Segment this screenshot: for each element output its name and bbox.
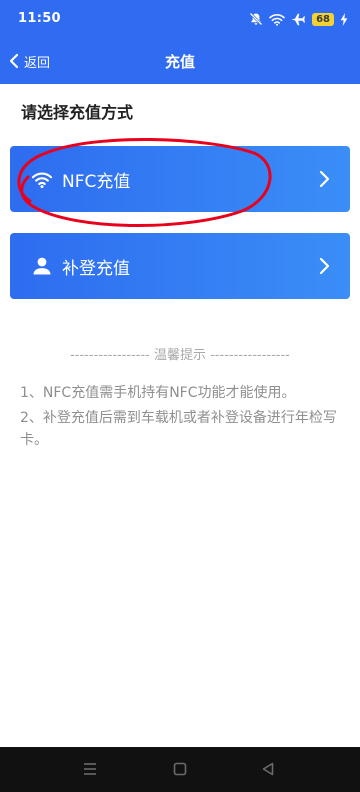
nav-bar: 返回 充值 (0, 38, 360, 84)
wifi-icon (31, 172, 53, 189)
system-nav-bar (0, 747, 360, 792)
home-icon[interactable] (172, 761, 188, 777)
tip-item: 2、补登充值后需到车载机或者补登设备进行年检写卡。 (20, 410, 337, 448)
wifi-icon (269, 13, 285, 26)
back-triangle-icon[interactable] (260, 761, 276, 777)
tip-list: 1、NFC充值需手机持有NFC功能才能使用。 2、补登充值后需到车载机或者补登设… (20, 382, 342, 454)
chevron-left-icon (9, 53, 19, 69)
supplementary-recharge-button[interactable]: 补登充值 (10, 233, 350, 299)
menu-icon[interactable] (82, 761, 98, 777)
tip-item: 1、NFC充值需手机持有NFC功能才能使用。 (20, 385, 296, 401)
battery-icon: 68 (312, 12, 334, 26)
supplementary-recharge-label: 补登充值 (62, 259, 130, 279)
back-button[interactable]: 返回 (8, 50, 50, 72)
nfc-recharge-label: NFC充值 (62, 172, 131, 192)
status-icons: 68 (249, 10, 348, 28)
chevron-right-icon (319, 170, 330, 188)
tip-header: ----------------- 温馨提示 ----------------- (70, 348, 290, 363)
back-label: 返回 (24, 55, 51, 71)
recharge-screen: 11:50 68 返回 充值 请选择充值方式 NFC充值 补登充值 ------… (0, 0, 360, 792)
section-title: 请选择充值方式 (21, 103, 134, 122)
page-title: 充值 (164, 53, 195, 71)
status-bar: 11:50 68 (0, 0, 360, 38)
person-icon (33, 257, 51, 275)
charging-bolt-icon (340, 12, 348, 26)
mute-bell-icon (249, 12, 263, 26)
airplane-icon (291, 13, 306, 25)
chevron-right-icon (319, 257, 330, 275)
status-time: 11:50 (18, 11, 61, 26)
main-content: 请选择充值方式 NFC充值 补登充值 ----------------- 温馨提… (0, 84, 360, 747)
nfc-recharge-button[interactable]: NFC充值 (10, 146, 350, 212)
